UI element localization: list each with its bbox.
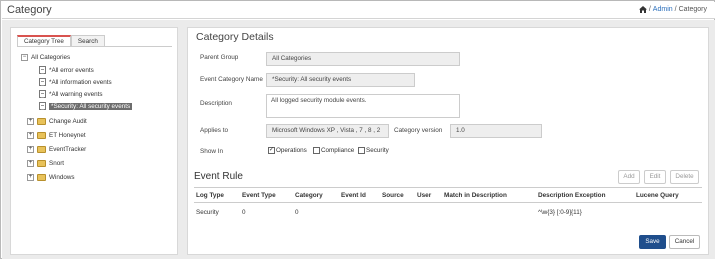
tree-node-label: Snort [49, 159, 65, 167]
tree-node-all-error-events[interactable]: *All error events [39, 65, 94, 75]
tree-node-all-warning-events[interactable]: *All warning events [39, 89, 103, 99]
checkbox-icon[interactable] [313, 147, 320, 154]
document-icon [39, 102, 46, 110]
tree-node-label: ET Honeynet [49, 131, 86, 139]
tree-node-label: *All error events [49, 66, 94, 74]
breadcrumb: / Admin / Category [638, 6, 707, 13]
category-tree-panel: Category Tree Search − All Categories *A… [10, 27, 178, 255]
page-title: Category [7, 4, 52, 16]
category-version-field[interactable]: 1.0 [450, 124, 542, 138]
event-category-name-label: Event Category Name [200, 76, 263, 83]
content-area: Category Tree Search − All Categories *A… [2, 20, 715, 259]
column-header-source[interactable]: Source [382, 192, 404, 199]
tree-node-eventtracker[interactable]: + EventTracker [27, 144, 86, 154]
breadcrumb-admin-link[interactable]: Admin [653, 6, 673, 13]
tree-node-label: EventTracker [49, 145, 87, 153]
home-icon[interactable] [638, 6, 647, 13]
column-header-event-type[interactable]: Event Type [242, 192, 276, 199]
column-header-user[interactable]: User [417, 192, 431, 199]
folder-icon [37, 117, 46, 125]
column-header-log-type[interactable]: Log Type [196, 192, 224, 199]
description-field[interactable]: All logged security module events. [266, 94, 460, 118]
breadcrumb-current: Category [678, 6, 707, 13]
folder-icon [37, 159, 46, 167]
column-header-match-in-description[interactable]: Match in Description [444, 192, 507, 199]
add-button[interactable]: Add [618, 170, 640, 184]
breadcrumb-separator: / [674, 6, 677, 13]
checkbox-label: Security [366, 147, 389, 154]
breadcrumb-separator: / [648, 6, 651, 13]
document-icon [39, 66, 46, 74]
tree-node-all-categories[interactable]: − All Categories [21, 52, 70, 62]
document-icon [39, 90, 46, 98]
tree-node-security-all-security-events[interactable]: *Security: All security events [39, 101, 133, 111]
tree-node-label-selected: *Security: All security events [49, 102, 133, 110]
cancel-button[interactable]: Cancel [669, 235, 700, 249]
tree-node-windows[interactable]: + Windows [27, 172, 75, 182]
expand-icon[interactable]: + [27, 131, 34, 139]
tree-node-all-information-events[interactable]: *All information events [39, 77, 112, 87]
tree-node-label: *All information events [49, 78, 112, 86]
tab-divider [17, 46, 172, 47]
tree-node-label: All Categories [31, 53, 71, 61]
show-in-operations-checkbox[interactable]: ✓ Operations [268, 147, 307, 154]
tree-node-et-honeynet[interactable]: + ET Honeynet [27, 130, 86, 140]
tree-node-label: Change Audit [49, 117, 87, 125]
checkbox-icon[interactable] [358, 147, 365, 154]
tree-node-label: *All warning events [49, 90, 103, 98]
category-version-label: Category version [394, 127, 443, 134]
cell-description-exception[interactable]: ^\w{3} [:0-9]{11} [538, 209, 582, 216]
table-divider [194, 187, 702, 188]
checkbox-label: Operations [276, 147, 307, 154]
document-icon [39, 78, 46, 86]
checkbox-checked-icon[interactable]: ✓ [268, 147, 275, 154]
expand-icon[interactable]: + [27, 173, 34, 181]
column-header-category[interactable]: Category [295, 192, 323, 199]
folder-icon [37, 173, 46, 181]
cell-event-type[interactable]: 0 [242, 209, 246, 216]
cell-log-type[interactable]: Security [196, 209, 219, 216]
parent-group-label: Parent Group [200, 54, 239, 61]
show-in-compliance-checkbox[interactable]: Compliance [313, 147, 354, 154]
folder-icon [37, 145, 46, 153]
event-category-name-field[interactable]: *Security: All security events [266, 73, 415, 87]
show-in-label: Show In [200, 148, 224, 155]
header-bar: Category / Admin / Category [2, 2, 715, 19]
applies-to-field[interactable]: Microsoft Windows XP , Vista , 7 , 8 , 2 [266, 124, 389, 138]
cell-category[interactable]: 0 [295, 209, 299, 216]
column-header-lucene-query[interactable]: Lucene Query [636, 192, 679, 199]
column-header-description-exception[interactable]: Description Exception [538, 192, 605, 199]
checkbox-label: Compliance [321, 147, 355, 154]
applies-to-label: Applies to [200, 127, 229, 134]
column-header-event-id[interactable]: Event Id [341, 192, 366, 199]
tree-node-snort[interactable]: + Snort [27, 158, 64, 168]
tree-node-label: Windows [49, 173, 75, 181]
tree-node-change-audit[interactable]: + Change Audit [27, 116, 87, 126]
window-frame: Category / Admin / Category Category Tre… [0, 0, 715, 259]
event-rule-heading: Event Rule [194, 171, 243, 182]
description-label: Description [200, 100, 232, 107]
expand-icon[interactable]: + [27, 117, 34, 125]
category-details-heading: Category Details [196, 31, 274, 43]
category-details-panel: Category Details Parent Group All Catego… [187, 27, 709, 255]
save-button[interactable]: Save [639, 235, 666, 249]
parent-group-field[interactable]: All Categories [266, 52, 460, 66]
delete-button[interactable]: Delete [670, 170, 699, 184]
expand-icon[interactable]: + [27, 145, 34, 153]
table-header-divider [194, 202, 702, 203]
expand-icon[interactable]: + [27, 159, 34, 167]
show-in-security-checkbox[interactable]: Security [358, 147, 389, 154]
edit-button[interactable]: Edit [644, 170, 666, 184]
collapse-icon[interactable]: − [21, 53, 28, 61]
folder-icon [37, 131, 46, 139]
